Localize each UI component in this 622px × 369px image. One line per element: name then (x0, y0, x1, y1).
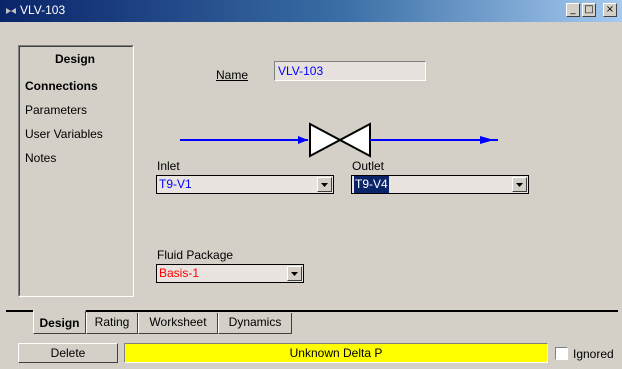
ignored-checkbox[interactable] (555, 347, 568, 360)
window-title: VLV-103 (20, 3, 66, 17)
nav-item-notes[interactable]: Notes (25, 151, 56, 165)
dropdown-arrow-icon[interactable] (287, 266, 302, 281)
valve-property-window: VLV-103 _ □ × Design Connections Paramet… (0, 0, 622, 369)
nav-item-connections[interactable]: Connections (25, 79, 98, 93)
valve-symbol-right-half[interactable] (337, 122, 371, 158)
page-list-heading: Design (54, 52, 95, 66)
dropdown-arrow-icon[interactable] (317, 177, 332, 192)
outlet-value: T9-V4 (354, 176, 389, 193)
inlet-combo[interactable]: T9-V1 (156, 175, 334, 194)
status-bar: Unknown Delta P (124, 343, 548, 363)
outlet-label: Outlet (352, 159, 385, 173)
tab-design[interactable]: Design (33, 310, 86, 334)
ignored-label[interactable]: Ignored (573, 347, 614, 361)
inlet-stream-arrow (298, 136, 308, 144)
nav-item-parameters[interactable]: Parameters (25, 103, 87, 117)
close-button[interactable]: × (603, 3, 617, 17)
inlet-value: T9-V1 (159, 177, 192, 191)
design-page-list: Design Connections Parameters User Varia… (18, 45, 134, 297)
tab-rating[interactable]: Rating (86, 313, 138, 334)
outlet-combo[interactable]: T9-V4 (351, 175, 529, 194)
fluid-package-label: Fluid Package (157, 248, 234, 262)
fluid-package-combo[interactable]: Basis-1 (156, 264, 304, 283)
nav-item-user-variables[interactable]: User Variables (25, 127, 103, 141)
name-field[interactable]: VLV-103 (274, 61, 426, 81)
valve-symbol-icon[interactable] (309, 122, 343, 158)
delete-button[interactable]: Delete (18, 343, 118, 363)
minimize-button[interactable]: _ (566, 3, 580, 17)
title-bar[interactable]: VLV-103 _ □ × (0, 0, 622, 22)
outlet-stream-arrow (480, 136, 494, 144)
dropdown-arrow-icon[interactable] (512, 177, 527, 192)
fluid-package-value: Basis-1 (159, 266, 200, 280)
tab-worksheet[interactable]: Worksheet (138, 313, 218, 334)
valve-icon (4, 4, 18, 18)
name-label: Name (216, 68, 248, 82)
tab-dynamics[interactable]: Dynamics (218, 313, 292, 334)
valve-schematic (180, 122, 498, 158)
name-label-text: Name (216, 68, 249, 82)
maximize-button[interactable]: □ (582, 3, 596, 17)
inlet-label: Inlet (157, 159, 180, 173)
tab-strip-line (6, 310, 618, 312)
